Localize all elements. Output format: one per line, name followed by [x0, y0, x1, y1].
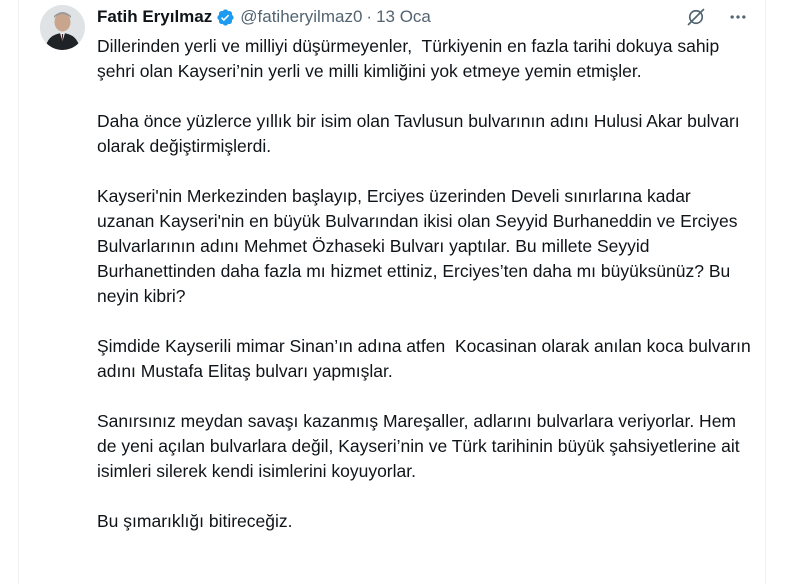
author-name[interactable]: Fatih Eryılmaz [97, 7, 212, 27]
tweet-paragraph: Dillerinden yerli ve milliyi düşürmeyenl… [97, 36, 725, 81]
author-handle[interactable]: @fatiheryilmaz0 [240, 7, 362, 27]
more-icon[interactable] [727, 6, 749, 28]
tweet-paragraph: Kayseri'nin Merkezinden başlayıp, Erciye… [97, 186, 743, 306]
verified-badge-icon [216, 8, 235, 27]
tweet-paragraph: Şimdide Kayserili mimar Sinan’ın adına a… [97, 336, 756, 381]
tweet-paragraph: Sanırsınız meydan savaşı kazanmış Mareşa… [97, 411, 745, 481]
grok-icon[interactable] [685, 6, 707, 28]
tweet-header: Fatih Eryılmaz @fatiheryilmaz0 · 13 Oca [97, 5, 431, 29]
avatar[interactable] [40, 5, 85, 50]
avatar-image [40, 5, 85, 50]
header-actions [685, 6, 749, 28]
separator-dot: · [366, 7, 373, 26]
tweet-text: Dillerinden yerli ve milliyi düşürmeyenl… [97, 34, 752, 559]
tweet-paragraph: Daha önce yüzlerce yıllık bir isim olan … [97, 111, 745, 156]
tweet-paragraph: Bu şımarıklığı bitireceğiz. [97, 511, 293, 531]
tweet-date[interactable]: 13 Oca [376, 7, 431, 27]
